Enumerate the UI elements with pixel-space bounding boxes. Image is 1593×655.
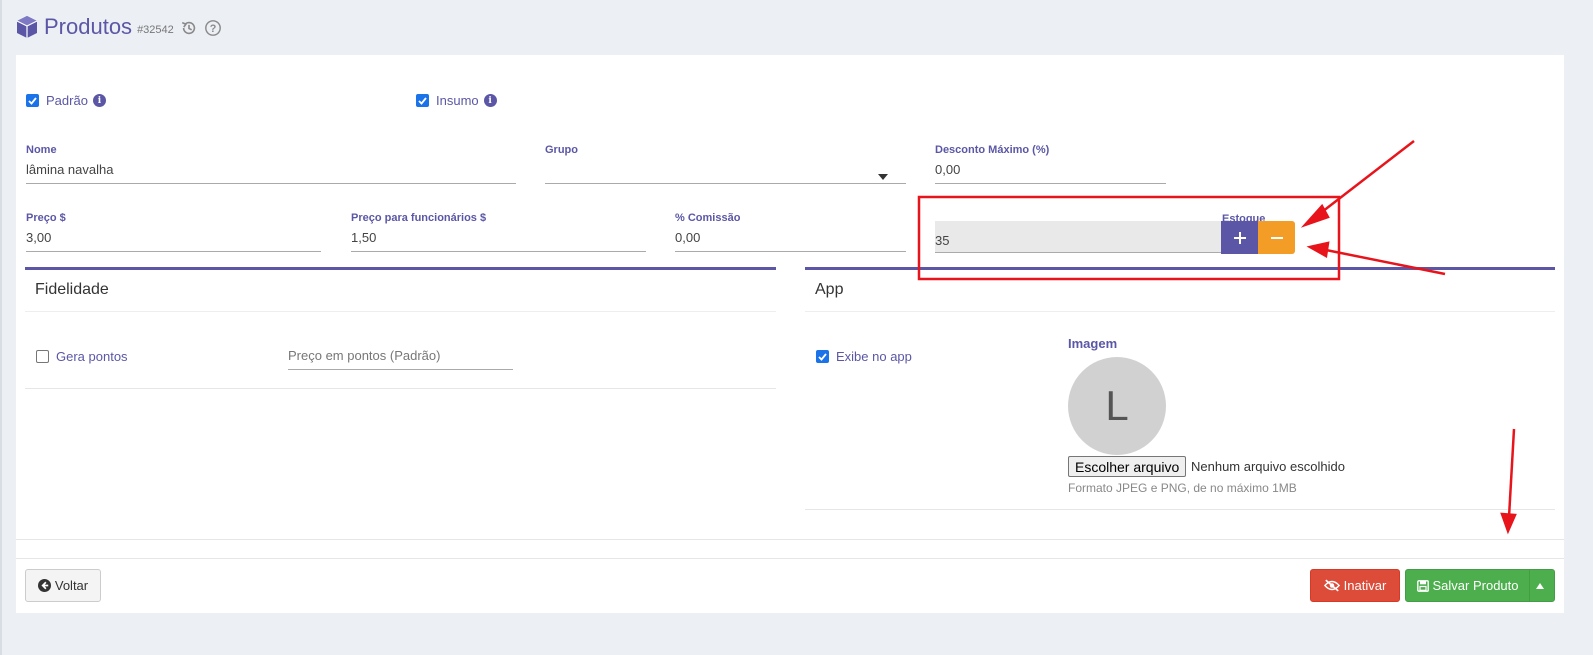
- comissao-field: % Comissão: [675, 212, 906, 252]
- preco-funcionarios-label: Preço para funcionários $: [351, 212, 487, 224]
- exibe-app-checkbox[interactable]: [816, 350, 829, 363]
- info-icon[interactable]: i: [483, 94, 497, 107]
- imagem-label: Imagem: [1068, 336, 1118, 351]
- panel-divider: [805, 509, 1555, 510]
- caret-up-icon: [1536, 582, 1544, 589]
- grupo-field[interactable]: Grupo: [545, 144, 906, 184]
- preco-input[interactable]: [26, 226, 321, 252]
- plus-icon: [1233, 231, 1246, 244]
- insumo-checkbox-group[interactable]: Insumo i: [416, 93, 497, 108]
- fidelidade-title: Fidelidade: [25, 270, 776, 312]
- estoque-input[interactable]: [935, 221, 1222, 253]
- eye-slash-icon: [1323, 579, 1340, 592]
- gera-pontos-checkbox[interactable]: [36, 350, 49, 363]
- history-icon[interactable]: [180, 19, 198, 37]
- desconto-label: Desconto Máximo (%): [935, 144, 1050, 156]
- inativar-label: Inativar: [1343, 578, 1387, 593]
- salvar-options-button[interactable]: [1529, 569, 1555, 602]
- product-form-card: Padrão i Insumo i Nome Grupo Desconto Má…: [16, 55, 1564, 613]
- svg-text:?: ?: [209, 23, 216, 35]
- left-border: [0, 0, 2, 655]
- preco-field: Preço $: [26, 212, 321, 252]
- gera-pontos-checkbox-group[interactable]: Gera pontos: [36, 349, 128, 364]
- help-icon[interactable]: ?: [204, 19, 222, 37]
- file-hint: Formato JPEG e PNG, de no máximo 1MB: [1068, 481, 1297, 495]
- insumo-label: Insumo: [436, 93, 479, 108]
- preco-label: Preço $: [26, 212, 66, 224]
- fidelidade-panel: Fidelidade Gera pontos: [25, 267, 776, 390]
- grupo-label: Grupo: [545, 144, 578, 156]
- salvar-button[interactable]: Salvar Produto: [1405, 569, 1530, 602]
- box-icon: [16, 16, 38, 38]
- arrow-left-circle-icon: [37, 579, 51, 592]
- info-icon[interactable]: i: [92, 94, 106, 107]
- desconto-input[interactable]: [935, 158, 1166, 184]
- caret-down-icon[interactable]: [878, 174, 888, 180]
- panel-divider: [25, 388, 776, 389]
- preco-pontos-field: [288, 344, 513, 370]
- preco-funcionarios-field: Preço para funcionários $: [351, 212, 646, 252]
- padrao-checkbox-group[interactable]: Padrão i: [26, 93, 106, 108]
- comissao-label: % Comissão: [675, 212, 741, 224]
- voltar-label: Voltar: [54, 578, 89, 593]
- desconto-field: Desconto Máximo (%): [935, 144, 1166, 184]
- divider: [16, 539, 1564, 540]
- preco-pontos-input[interactable]: [288, 344, 513, 370]
- divider: [16, 558, 1564, 559]
- estoque-decrement-button[interactable]: [1258, 221, 1295, 254]
- file-status: Nenhum arquivo escolhido: [1191, 459, 1345, 474]
- exibe-app-label: Exibe no app: [836, 349, 912, 364]
- page-header: Produtos #32542 ?: [15, 12, 222, 42]
- exibe-app-checkbox-group[interactable]: Exibe no app: [816, 349, 912, 364]
- padrao-label: Padrão: [46, 93, 88, 108]
- voltar-button[interactable]: Voltar: [25, 569, 101, 602]
- avatar: L: [1068, 357, 1166, 455]
- choose-file-button[interactable]: Escolher arquivo: [1068, 456, 1187, 477]
- inativar-button[interactable]: Inativar: [1310, 569, 1400, 602]
- insumo-checkbox[interactable]: [416, 94, 429, 107]
- comissao-input[interactable]: [675, 226, 906, 252]
- gera-pontos-label: Gera pontos: [56, 349, 128, 364]
- save-icon: [1416, 579, 1429, 592]
- minus-icon: [1270, 236, 1283, 239]
- app-title: App: [805, 270, 1555, 312]
- product-id: #32542: [137, 24, 174, 36]
- nome-field: Nome: [26, 144, 516, 184]
- grupo-select[interactable]: [545, 158, 906, 184]
- estoque-increment-button[interactable]: [1221, 221, 1258, 254]
- nome-label: Nome: [26, 144, 57, 156]
- padrao-checkbox[interactable]: [26, 94, 39, 107]
- page-title: Produtos: [44, 14, 133, 39]
- nome-input[interactable]: [26, 158, 516, 184]
- preco-funcionarios-input[interactable]: [351, 226, 646, 252]
- salvar-label: Salvar Produto: [1432, 578, 1519, 593]
